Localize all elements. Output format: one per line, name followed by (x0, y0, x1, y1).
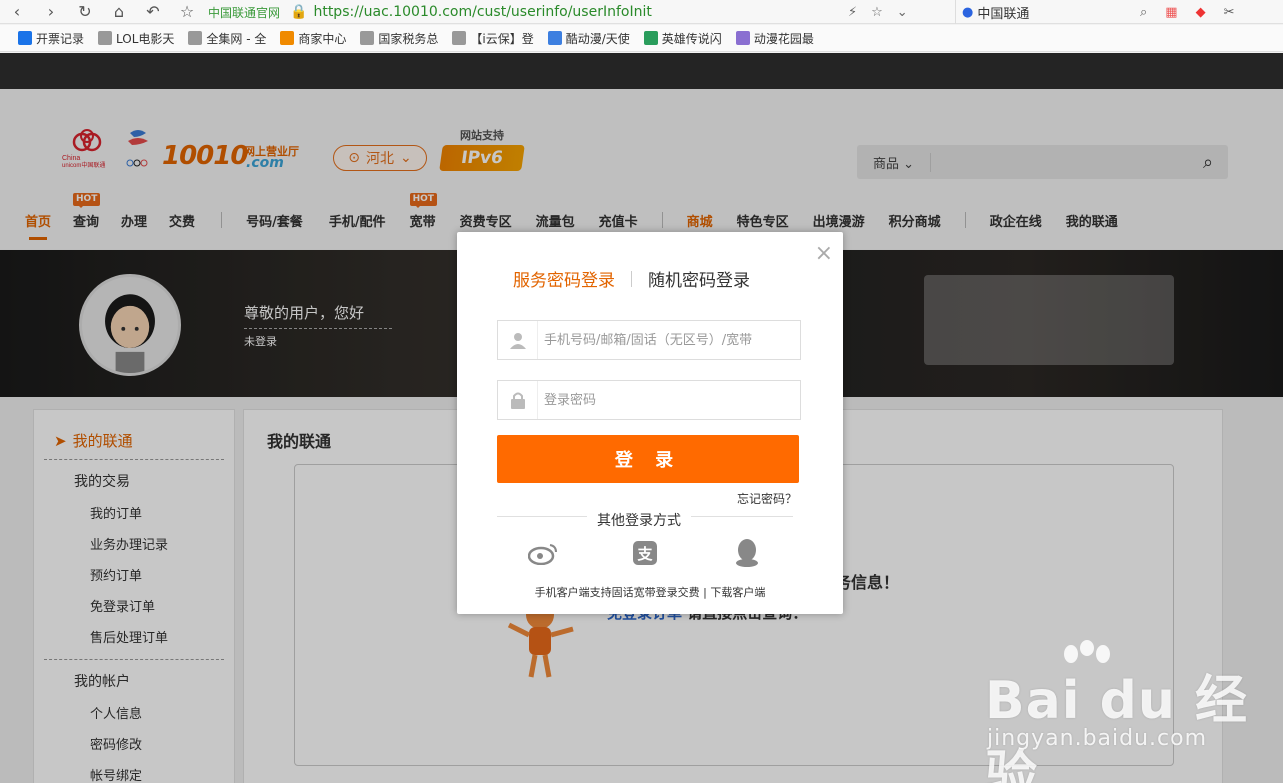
browser-search-text: 中国联通 (977, 6, 1030, 22)
favorite-star-icon[interactable]: ☆ (871, 5, 883, 20)
footer-separator: | (699, 586, 711, 599)
divider (631, 270, 632, 287)
baidu-paw-icon: ● (962, 4, 974, 20)
bookmark-icon (98, 31, 113, 45)
bookmark-icon (280, 31, 295, 45)
bookmark-label: 酷动漫/天使 (565, 31, 630, 46)
bookmark-label: 国家税务总 (378, 31, 439, 46)
home-icon[interactable]: ⌂ (102, 0, 136, 24)
download-client-link[interactable]: 下载客户端 (710, 586, 765, 599)
bookmark-icon (452, 31, 467, 45)
lock-icon: 🔒 (290, 4, 308, 20)
browser-toolbar: ‹ › ↻ ⌂ ↶ ☆ 中国联通官网 🔒 https://uac.10010.c… (0, 0, 1283, 24)
login-tabs: 服务密码登录 随机密码登录 (513, 266, 750, 291)
address-bar[interactable]: 中国联通官网 🔒 https://uac.10010.com/cust/user… (208, 0, 908, 24)
bookmark-label: 商家中心 (298, 31, 347, 46)
refresh-icon[interactable]: ↻ (68, 0, 102, 24)
bookmark-icon (360, 31, 375, 45)
bookmark-item[interactable]: 商家中心 (280, 30, 346, 47)
baidu-watermark: Bai du 经验 jingyan.baidu.com (985, 640, 1275, 783)
bookmark-label: LOL电影天 (116, 31, 175, 46)
bookmark-icon (188, 31, 203, 45)
bookmark-icon (18, 31, 32, 45)
lock-icon (498, 381, 538, 419)
star-icon[interactable]: ☆ (170, 0, 204, 24)
password-input[interactable] (538, 382, 800, 418)
undo-icon[interactable]: ↶ (136, 0, 170, 24)
forward-icon[interactable]: › (34, 0, 68, 24)
bookmark-item[interactable]: 国家税务总 (360, 30, 438, 47)
alipay-icon[interactable]: 支 (629, 538, 661, 568)
bookmark-item[interactable]: LOL电影天 (98, 30, 174, 47)
user-icon (498, 321, 538, 359)
close-icon[interactable]: × (815, 243, 833, 265)
footer-text: 手机客户端支持固话宽带登录交费 (534, 586, 700, 599)
bookmark-item[interactable]: 动漫花园最 (735, 30, 814, 47)
bookmark-label: 开票记录 (36, 31, 85, 46)
scissors-icon[interactable]: ✂ (1224, 5, 1235, 20)
bookmark-icon (643, 31, 658, 45)
password-field (497, 380, 801, 420)
bookmark-label: 全集网 - 全 (206, 31, 267, 46)
alt-login-icons: 支 (527, 538, 763, 568)
site-badge: 中国联通官网 (208, 5, 281, 20)
svg-text:支: 支 (636, 545, 653, 563)
forgot-password-link[interactable]: 忘记密码？ (737, 490, 797, 507)
dropdown-icon[interactable]: ⌄ (897, 5, 908, 20)
weibo-icon[interactable] (527, 538, 559, 568)
bookmark-item[interactable]: 【i云保】登 (452, 30, 534, 47)
bookmark-label: 动漫花园最 (753, 31, 814, 46)
modal-footer: 手机客户端支持固话宽带登录交费 | 下载客户端 (457, 584, 843, 600)
bookmark-item[interactable]: 开票记录 (18, 30, 84, 47)
watermark-domain: jingyan.baidu.com (987, 726, 1208, 751)
bookmark-item[interactable]: 英雄传说闪 (643, 30, 722, 47)
apps-icon[interactable]: ▦ (1165, 5, 1177, 20)
bookmark-item[interactable]: 全集网 - 全 (188, 30, 266, 47)
lightning-icon[interactable]: ⚡ (848, 5, 857, 20)
login-modal: × 服务密码登录 随机密码登录 登 录 忘记密码？ 其他登录方式 支 手机客户端… (457, 232, 843, 614)
search-icon[interactable]: ⌕ (1140, 5, 1147, 20)
username-field (497, 320, 801, 360)
bookmark-label: 英雄传说闪 (661, 31, 722, 46)
other-login-title: 其他登录方式 (587, 510, 691, 530)
back-icon[interactable]: ‹ (0, 0, 34, 24)
url-text: https://uac.10010.com/cust/userinfo/user… (313, 4, 652, 20)
bookmark-label: 【i云保】登 (470, 31, 534, 46)
qq-icon[interactable] (731, 538, 763, 568)
bookmark-icon (735, 31, 750, 45)
login-button[interactable]: 登 录 (497, 435, 799, 483)
bookmarks-bar: 开票记录 LOL电影天 全集网 - 全 商家中心 国家税务总 【i云保】登 酷动漫/天使 英雄… (0, 25, 1283, 52)
game-icon[interactable]: ◆ (1196, 5, 1206, 20)
tab-random-password[interactable]: 随机密码登录 (648, 266, 750, 291)
watermark-brand: Bai du 经验 (985, 671, 1248, 783)
browser-search-box[interactable]: ● 中国联通 (955, 0, 1155, 24)
tab-service-password[interactable]: 服务密码登录 (513, 266, 615, 291)
bookmark-icon (547, 31, 562, 45)
bookmark-item[interactable]: 酷动漫/天使 (547, 30, 630, 47)
username-input[interactable] (538, 322, 800, 358)
